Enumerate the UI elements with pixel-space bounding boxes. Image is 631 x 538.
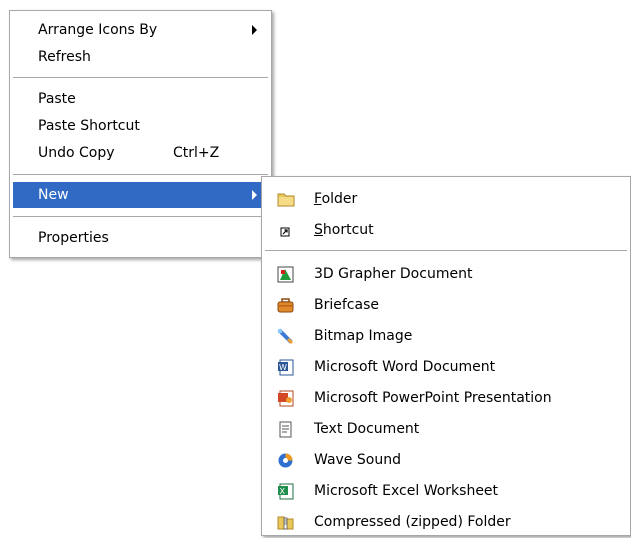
- submenu-item-bitmap-image[interactable]: Bitmap Image: [265, 323, 627, 349]
- submenu-item-wave-sound[interactable]: Wave Sound: [265, 447, 627, 473]
- menu-item-label: Microsoft Excel Worksheet: [314, 483, 499, 499]
- menu-item-arrange-icons-by[interactable]: Arrange Icons By: [13, 17, 268, 43]
- menu-item-properties[interactable]: Properties: [13, 225, 268, 251]
- menu-item-label: Paste: [38, 91, 76, 107]
- menu-item-label: Text Document: [314, 421, 420, 437]
- menu-item-paste[interactable]: Paste: [13, 86, 268, 112]
- menu-item-label: New: [38, 187, 69, 203]
- submenu-item-text-document[interactable]: Text Document: [265, 416, 627, 442]
- briefcase-icon: [277, 297, 294, 314]
- new-submenu: Folder Shortcut 3D Grapher Document Brie…: [261, 176, 631, 536]
- menu-item-paste-shortcut[interactable]: Paste Shortcut: [13, 113, 268, 139]
- menu-item-label: Briefcase: [314, 297, 379, 313]
- menu-item-label: Properties: [38, 230, 109, 246]
- excel-worksheet-icon: X: [277, 483, 294, 500]
- 3d-grapher-icon: [277, 266, 294, 283]
- svg-text:X: X: [280, 487, 286, 496]
- menu-item-label: Microsoft Word Document: [314, 359, 496, 375]
- menu-item-label: Paste Shortcut: [38, 118, 140, 134]
- wave-sound-icon: [277, 452, 294, 469]
- menu-item-label: Wave Sound: [314, 452, 401, 468]
- shortcut-icon: [277, 222, 294, 239]
- submenu-item-compressed-folder[interactable]: Compressed (zipped) Folder: [265, 509, 627, 535]
- submenu-item-briefcase[interactable]: Briefcase: [265, 292, 627, 318]
- menu-item-label: Arrange Icons By: [38, 22, 158, 38]
- menu-item-refresh[interactable]: Refresh: [13, 44, 268, 70]
- menu-item-label: Folder: [314, 191, 358, 207]
- word-document-icon: W: [277, 359, 294, 376]
- submenu-item-word-document[interactable]: W Microsoft Word Document: [265, 354, 627, 380]
- desktop-context-menu: Arrange Icons By Refresh Paste Paste Sho…: [9, 10, 272, 258]
- submenu-item-powerpoint-presentation[interactable]: Microsoft PowerPoint Presentation: [265, 385, 627, 411]
- zipped-folder-icon: [277, 514, 294, 531]
- menu-item-label: Microsoft PowerPoint Presentation: [314, 390, 552, 406]
- submenu-item-excel-worksheet[interactable]: X Microsoft Excel Worksheet: [265, 478, 627, 504]
- powerpoint-icon: [277, 390, 294, 407]
- submenu-arrow-icon: [252, 25, 257, 35]
- menu-item-label: Compressed (zipped) Folder: [314, 514, 511, 530]
- submenu-arrow-icon: [252, 190, 257, 200]
- menu-item-shortcut-key: Ctrl+Z: [173, 145, 220, 161]
- menu-separator: [265, 250, 627, 251]
- menu-separator: [13, 174, 268, 175]
- menu-item-label: Refresh: [38, 49, 91, 65]
- menu-item-new[interactable]: New: [13, 182, 268, 208]
- menu-item-label: Bitmap Image: [314, 328, 413, 344]
- svg-text:W: W: [279, 363, 287, 372]
- submenu-item-shortcut[interactable]: Shortcut: [265, 217, 627, 243]
- menu-separator: [13, 216, 268, 217]
- menu-item-undo-copy[interactable]: Undo Copy Ctrl+Z: [13, 140, 268, 166]
- text-document-icon: [277, 421, 294, 438]
- bitmap-image-icon: [277, 328, 294, 345]
- menu-separator: [13, 77, 268, 78]
- submenu-item-folder[interactable]: Folder: [265, 186, 627, 212]
- folder-icon: [277, 191, 295, 208]
- menu-item-label: Shortcut: [314, 222, 374, 238]
- menu-item-label: 3D Grapher Document: [314, 266, 473, 282]
- submenu-item-3d-grapher-document[interactable]: 3D Grapher Document: [265, 261, 627, 287]
- menu-item-label: Undo Copy: [38, 145, 115, 161]
